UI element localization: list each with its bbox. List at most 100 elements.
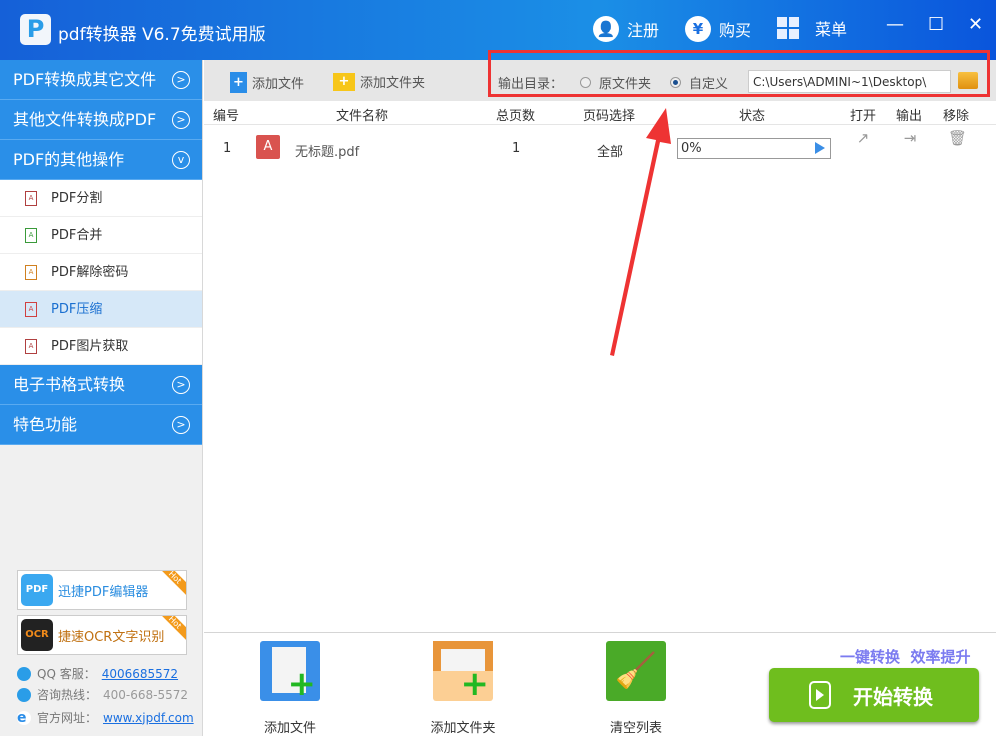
item-label: PDF分割 [51, 191, 103, 206]
buy-label: 购买 [719, 21, 752, 40]
sidebar-item-merge[interactable]: A PDF合并 [0, 217, 202, 254]
bottom-add-folder-label: 添加文件夹 [430, 721, 496, 736]
output-icon[interactable]: ⇥ [901, 129, 919, 147]
register-button[interactable]: 👤 注册 [593, 16, 659, 42]
headset-icon [17, 687, 31, 702]
chevron-right-icon: > [172, 376, 190, 394]
sidebar: PDF转换成其它文件 > 其他文件转换成PDF > PDF的其他操作 v A PDF分割… [0, 60, 203, 736]
item-label: PDF合并 [51, 228, 103, 243]
group-label: PDF的其他操作 [13, 150, 125, 169]
promo-label: 迅捷PDF编辑器 [58, 584, 149, 600]
row-number: 1 [223, 141, 232, 156]
contact-qq: QQ 客服： 4006685572 [17, 665, 178, 682]
hot-badge: Hot [154, 571, 186, 599]
item-label: PDF解除密码 [51, 265, 129, 280]
title-bar: P pdf转换器 V6.7免费试用版 👤 注册 ¥ 购买 菜单 — ☐ ✕ [0, 0, 996, 60]
sidebar-item-compress[interactable]: A PDF压缩 [0, 291, 202, 328]
output-path-input[interactable] [748, 70, 951, 93]
page-range[interactable]: 全部 [597, 141, 623, 160]
output-dir-label: 输出目录： [498, 77, 564, 92]
add-folder-button[interactable]: + 添加文件夹 [333, 72, 425, 91]
pdf-icon: A [25, 339, 37, 354]
pdf-icon: A [25, 191, 37, 206]
qq-link[interactable]: 4006685572 [102, 667, 178, 681]
sidebar-group-pdf-other-ops[interactable]: PDF的其他操作 v [0, 140, 202, 180]
group-label: 特色功能 [13, 415, 78, 434]
radio-checked-icon [670, 77, 681, 88]
col-output: 输出 [896, 109, 923, 124]
buy-button[interactable]: ¥ 购买 [685, 16, 751, 42]
sidebar-group-pdf-to-other[interactable]: PDF转换成其它文件 > [0, 60, 202, 100]
play-icon[interactable] [815, 142, 825, 154]
add-file-button[interactable]: + 添加文件 [230, 72, 304, 93]
bottom-add-file-label: 添加文件 [263, 721, 317, 736]
clear-list-label: 清空列表 [609, 721, 663, 736]
qq-icon [17, 666, 31, 681]
radio-label: 原文件夹 [599, 77, 652, 92]
status-progress: 0% [677, 138, 831, 159]
start-convert-button[interactable]: 开始转换 [769, 668, 979, 722]
sidebar-group-features[interactable]: 特色功能 > [0, 405, 202, 445]
table-row[interactable]: 1 A 无标题.pdf 1 全部 0% ↗ ⇥ 🗑 [204, 125, 996, 173]
group-label: PDF转换成其它文件 [13, 70, 157, 89]
app-title: pdf转换器 V6.7免费试用版 [58, 25, 266, 45]
radio-source-folder[interactable]: 原文件夹 [580, 73, 651, 92]
add-folder-label: 添加文件夹 [360, 76, 426, 91]
pdf-editor-logo-icon: PDF [21, 574, 53, 606]
open-external-icon[interactable]: ↗ [854, 129, 872, 147]
bottom-add-folder-button[interactable]: + 添加文件夹 [430, 641, 496, 736]
slogan: 一键转换 效率提升 [840, 648, 971, 666]
file-name: 无标题.pdf [295, 145, 360, 160]
page-count: 1 [512, 141, 521, 156]
trash-icon[interactable]: 🗑 [948, 129, 967, 147]
col-remove: 移除 [943, 109, 970, 124]
register-label: 注册 [627, 21, 660, 40]
group-label: 其他文件转换成PDF [13, 110, 157, 129]
ocr-logo-icon: OCR [21, 619, 53, 651]
close-button[interactable]: ✕ [968, 14, 983, 35]
add-folder-icon: + [333, 72, 355, 91]
radio-icon [580, 77, 591, 88]
col-number: 编号 [213, 109, 240, 124]
contact-hotline: 咨询热线： 400-668-5572 [17, 686, 188, 703]
grid-icon [777, 17, 799, 39]
sidebar-group-other-to-pdf[interactable]: 其他文件转换成PDF > [0, 100, 202, 140]
table-header: 编号 文件名称 总页数 页码选择 状态 打开 输出 移除 [204, 101, 996, 125]
clear-list-button[interactable]: 🧹 清空列表 [606, 641, 666, 736]
app-logo: P [20, 14, 51, 45]
add-file-label: 添加文件 [252, 77, 305, 92]
browse-folder-icon[interactable] [958, 72, 978, 89]
menu-button[interactable]: 菜单 [777, 16, 847, 40]
pdf-icon: A [25, 265, 37, 280]
promo-ocr[interactable]: OCR 捷速OCR文字识别 Hot [17, 615, 187, 655]
chevron-right-icon: > [172, 71, 190, 89]
toolbar: + 添加文件 + 添加文件夹 输出目录： 原文件夹 自定义 [204, 60, 996, 101]
radio-custom[interactable]: 自定义 [670, 73, 728, 92]
bottom-add-file-button[interactable]: + 添加文件 [260, 641, 320, 736]
minimize-button[interactable]: — [886, 14, 904, 35]
chevron-right-icon: > [172, 111, 190, 129]
promo-pdf-editor[interactable]: PDF 迅捷PDF编辑器 Hot [17, 570, 187, 610]
broom-icon: 🧹 [606, 641, 666, 701]
col-page-range: 页码选择 [583, 109, 636, 124]
sidebar-group-ebook[interactable]: 电子书格式转换 > [0, 365, 202, 405]
sidebar-item-image-extract[interactable]: A PDF图片获取 [0, 328, 202, 365]
add-file-icon: + [230, 72, 247, 93]
sidebar-item-split[interactable]: A PDF分割 [0, 180, 202, 217]
sidebar-item-unlock[interactable]: A PDF解除密码 [0, 254, 202, 291]
col-filename: 文件名称 [336, 109, 389, 124]
item-label: PDF压缩 [51, 302, 103, 317]
col-pages: 总页数 [496, 109, 536, 124]
site-link[interactable]: www.xjpdf.com [103, 711, 194, 725]
maximize-button[interactable]: ☐ [928, 14, 944, 35]
qq-label: QQ 客服： [37, 667, 96, 681]
col-open: 打开 [850, 109, 877, 124]
menu-label: 菜单 [815, 20, 848, 39]
pdf-icon: A [25, 228, 37, 243]
progress-text: 0% [681, 141, 702, 156]
add-folder-icon: + [433, 641, 493, 701]
pdf-file-icon: A [256, 135, 280, 159]
chevron-down-icon: v [172, 151, 190, 169]
add-file-icon: + [260, 641, 320, 701]
promo-label: 捷速OCR文字识别 [58, 629, 165, 645]
